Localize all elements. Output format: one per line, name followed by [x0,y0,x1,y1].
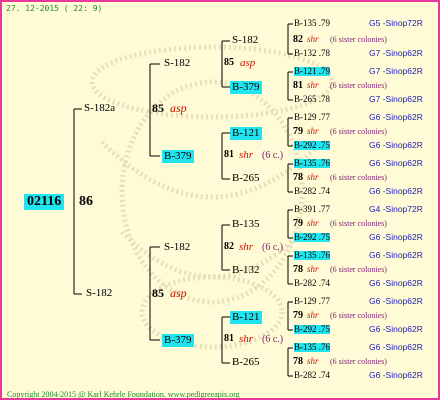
gen4-code-9: G4 -Sinop72R [369,204,423,214]
gen4-code-3: G7 -Sinop62R [369,66,423,76]
gen4-label-5[interactable]: B-129 .77 [294,113,330,122]
gen3-label-5[interactable]: B-135 [232,219,260,230]
gen3-note-1: (6 sister colonies) [330,35,387,44]
gen3-note-7: (6 sister colonies) [330,311,387,320]
gen4-code-7: G6 -Sinop62R [369,158,423,168]
gen3-note-5: (6 sister colonies) [330,219,387,228]
gen3-tag-1: shr [307,34,319,44]
gen4-code-1: G5 -Sinop72R [369,18,423,28]
gen3-number-8: 78 [293,356,303,367]
gen2-label-1[interactable]: S-182 [164,58,190,69]
gen3-tag-5: shr [307,218,319,228]
gen3-label-7[interactable]: B-121 [230,311,262,324]
gen4-label-12[interactable]: B-282 .74 [294,279,330,288]
gen4-label-4[interactable]: B-265 .78 [294,95,330,104]
gen4-code-5: G6 -Sinop62R [369,112,423,122]
gen4-label-13[interactable]: B-129 .77 [294,297,330,306]
gen1-label-2[interactable]: S-182 [86,288,112,299]
pedigree-lines [73,23,293,377]
gen2-number-2: 81 [224,149,234,160]
gen3-note-4: (6 sister colonies) [330,173,387,182]
gen3-number-4: 78 [293,172,303,183]
gen2-label-2[interactable]: B-379 [162,150,194,163]
gen1-number-1: 85 [152,101,164,115]
gen4-code-8: G6 -Sinop62R [369,186,423,196]
gen3-note-8: (6 sister colonies) [330,357,387,366]
gen3-number-5: 79 [293,218,303,229]
gen4-code-12: G6 -Sinop62R [369,278,423,288]
gen4-label-9[interactable]: B-391 .77 [294,205,330,214]
gen4-code-15: G6 -Sinop62R [369,342,423,352]
gen2-number-3: 82 [224,241,234,252]
gen1-tag-1: asp [170,101,187,115]
gen2-note-4: (6 c.) [262,334,284,345]
gen2-label-4[interactable]: B-379 [162,334,194,347]
gen3-label-1[interactable]: S-182 [232,35,258,46]
gen2-note-3: (6 c.) [262,242,284,253]
gen3-label-4[interactable]: B-265 [232,173,260,184]
gen4-label-8[interactable]: B-282 .74 [294,187,330,196]
gen4-label-1[interactable]: B-135 .79 [294,19,330,28]
gen1-tag-2: asp [170,286,187,300]
gen3-number-1: 82 [293,34,303,45]
date-stamp: 27. 12-2015 ( 22: 9) [6,4,103,13]
gen1-number-2: 85 [152,286,164,300]
gen3-tag-8: shr [307,356,319,366]
gen3-tag-4: shr [307,172,319,182]
gen2-tag-4: shr [239,333,254,345]
gen4-code-10: G6 -Sinop62R [369,232,423,242]
gen4-label-14[interactable]: B-292 .75 [294,325,330,334]
root-queen-id[interactable]: 02116 [24,194,65,210]
root-number: 86 [79,194,93,209]
gen2-number-1: 85 [224,57,234,68]
gen2-label-3[interactable]: S-182 [164,242,190,253]
gen4-label-2[interactable]: B-132 .78 [294,49,330,58]
gen4-label-7[interactable]: B-135 .76 [294,159,330,168]
gen4-label-16[interactable]: B-282 .74 [294,371,330,380]
gen4-code-6: G6 -Sinop62R [369,140,423,150]
gen2-note-2: (6 c.) [262,150,284,161]
gen3-number-3: 79 [293,126,303,137]
gen3-tag-2: shr [307,80,319,90]
gen4-label-3[interactable]: B-121 .79 [294,67,330,76]
gen4-code-16: G6 -Sinop62R [369,370,423,380]
copyright-footer: Copyright 2004-2015 @ Karl Kehrle Founda… [7,390,240,399]
gen3-number-7: 79 [293,310,303,321]
gen3-label-6[interactable]: B-132 [232,265,260,276]
gen3-tag-7: shr [307,310,319,320]
gen4-label-15[interactable]: B-135 .76 [294,343,330,352]
gen4-label-11[interactable]: B-135 .76 [294,251,330,260]
gen2-tag-1: asp [240,57,256,69]
gen4-code-2: G7 -Sinop62R [369,48,423,58]
gen3-label-8[interactable]: B-265 [232,357,260,368]
gen3-tag-3: shr [307,126,319,136]
gen4-label-10[interactable]: B-292 .75 [294,233,330,242]
gen3-label-3[interactable]: B-121 [230,127,262,140]
gen2-number-4: 81 [224,333,234,344]
pedigree-frame: 27. 12-2015 ( 22: 9) 02116 86 S-182a 85 … [0,0,440,400]
gen1-label-1[interactable]: S-182a [84,103,115,114]
gen2-tag-3: shr [239,241,254,253]
gen4-code-13: G6 -Sinop62R [369,296,423,306]
gen4-label-6[interactable]: B-292 .75 [294,141,330,150]
gen4-code-14: G6 -Sinop62R [369,324,423,334]
gen3-note-6: (6 sister colonies) [330,265,387,274]
gen4-code-4: G7 -Sinop62R [369,94,423,104]
gen3-note-2: (6 sister colonies) [330,81,387,90]
gen3-number-2: 81 [293,80,303,91]
gen4-code-11: G6 -Sinop62R [369,250,423,260]
gen3-tag-6: shr [307,264,319,274]
gen3-number-6: 78 [293,264,303,275]
gen3-note-3: (6 sister colonies) [330,127,387,136]
gen3-label-2[interactable]: B-379 [230,81,262,94]
gen2-tag-2: shr [239,149,254,161]
